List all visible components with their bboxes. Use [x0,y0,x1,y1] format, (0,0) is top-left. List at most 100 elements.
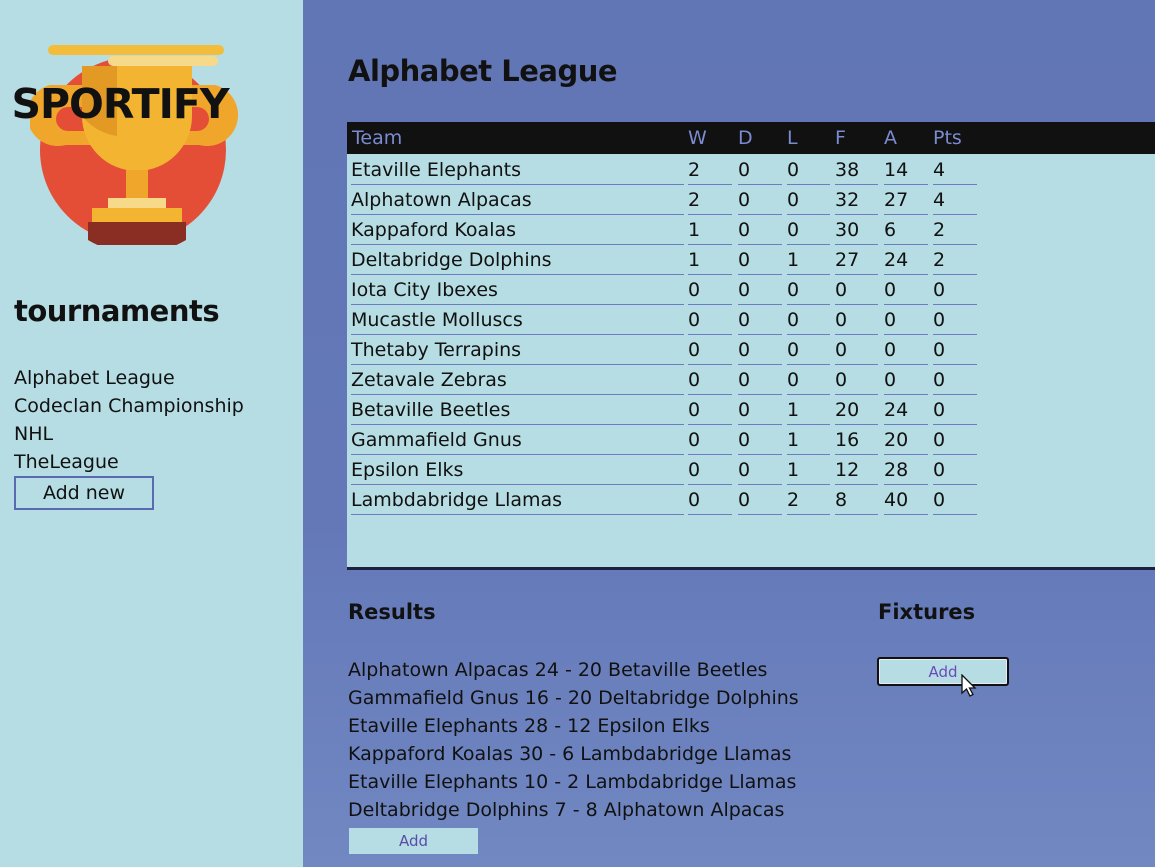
cell-w: 0 [688,336,732,365]
cell-a: 24 [884,246,928,275]
cell-team: Etaville Elephants [351,156,684,185]
cell-a: 27 [884,186,928,215]
result-item: Gammafield Gnus 16 - 20 Deltabridge Dolp… [348,687,799,709]
league-table: Team W D L F A Pts Etaville Elephants 2 0 0… [347,122,1155,570]
table-row: Betaville Beetles 0 0 1 20 24 0 [347,396,977,426]
cell-w: 0 [688,366,732,395]
cell-f: 12 [835,456,878,485]
cell-a: 24 [884,396,928,425]
cell-pts: 0 [933,426,977,455]
add-fixture-button[interactable]: Add [877,657,1009,686]
cell-pts: 0 [933,276,977,305]
cell-f: 30 [835,216,878,245]
cell-w: 0 [688,486,732,515]
cell-f: 38 [835,156,878,185]
column-header-team: Team [352,127,403,149]
sidebar: SPORTIFY tournaments Alphabet League Cod… [0,0,303,867]
cell-team: Deltabridge Dolphins [351,246,684,275]
table-header: Team W D L F A Pts [347,122,1155,154]
cell-team: Iota City Ibexes [351,276,684,305]
result-item: Etaville Elephants 10 - 2 Lambdabridge L… [348,771,797,793]
cell-team: Thetaby Terrapins [351,336,684,365]
cell-w: 1 [688,216,732,245]
cell-pts: 0 [933,366,977,395]
cell-f: 16 [835,426,878,455]
add-new-tournament-button[interactable]: Add new [14,476,154,510]
cell-pts: 4 [933,156,977,185]
cell-f: 0 [835,276,878,305]
cell-w: 1 [688,246,732,275]
cell-l: 0 [787,156,830,185]
table-row: Zetavale Zebras 0 0 0 0 0 0 [347,366,977,396]
table-row: Etaville Elephants 2 0 0 38 14 4 [347,156,977,186]
result-item: Etaville Elephants 28 - 12 Epsilon Elks [348,715,710,737]
cell-a: 28 [884,456,928,485]
cell-a: 0 [884,306,928,335]
main-panel: Alphabet League Team W D L F A Pts Etavi… [303,0,1155,867]
cell-a: 0 [884,336,928,365]
cell-f: 0 [835,336,878,365]
cell-d: 0 [738,216,782,245]
cell-l: 0 [787,276,830,305]
cell-pts: 0 [933,486,977,515]
column-header-d: D [738,127,753,149]
cell-f: 0 [835,366,878,395]
cell-d: 0 [738,336,782,365]
results-list: Alphatown Alpacas 24 - 20 Betaville Beet… [348,656,799,824]
cell-d: 0 [738,306,782,335]
cell-f: 8 [835,486,878,515]
cell-l: 1 [787,456,830,485]
cell-f: 0 [835,306,878,335]
cell-pts: 0 [933,396,977,425]
cell-pts: 0 [933,336,977,365]
cell-w: 0 [688,426,732,455]
cell-d: 0 [738,486,782,515]
column-header-w: W [688,127,707,149]
cell-l: 1 [787,396,830,425]
table-row: Alphatown Alpacas 2 0 0 32 27 4 [347,186,977,216]
tournament-link-alphabet-league[interactable]: Alphabet League [14,364,244,392]
cell-a: 40 [884,486,928,515]
cell-l: 0 [787,336,830,365]
cell-team: Gammafield Gnus [351,426,684,455]
cell-w: 0 [688,396,732,425]
cell-l: 1 [787,426,830,455]
cell-w: 2 [688,156,732,185]
cell-d: 0 [738,156,782,185]
cell-f: 27 [835,246,878,275]
logo-wordmark: SPORTIFY [11,80,229,128]
results-heading: Results [348,600,436,624]
tournament-list: Alphabet League Codeclan Championship NH… [14,364,244,476]
cell-team: Epsilon Elks [351,456,684,485]
cell-pts: 2 [933,216,977,245]
cell-d: 0 [738,186,782,215]
cell-d: 0 [738,426,782,455]
add-result-button[interactable]: Add [349,828,478,854]
column-header-l: L [787,127,798,149]
cell-pts: 0 [933,456,977,485]
column-header-pts: Pts [933,127,962,149]
tournament-link-theleague[interactable]: TheLeague [14,448,244,476]
table-row: Deltabridge Dolphins 1 0 1 27 24 2 [347,246,977,276]
cell-a: 0 [884,366,928,395]
table-row: Epsilon Elks 0 0 1 12 28 0 [347,456,977,486]
table-row: Kappaford Koalas 1 0 0 30 6 2 [347,216,977,246]
cell-team: Alphatown Alpacas [351,186,684,215]
table-row: Iota City Ibexes 0 0 0 0 0 0 [347,276,977,306]
cell-team: Kappaford Koalas [351,216,684,245]
cell-a: 6 [884,216,928,245]
cell-l: 0 [787,186,830,215]
result-item: Kappaford Koalas 30 - 6 Lambdabridge Lla… [348,743,792,765]
cell-a: 14 [884,156,928,185]
cell-l: 1 [787,246,830,275]
tournament-link-nhl[interactable]: NHL [14,420,244,448]
cell-w: 0 [688,456,732,485]
cell-f: 20 [835,396,878,425]
cell-pts: 2 [933,246,977,275]
cell-w: 0 [688,276,732,305]
tournament-link-codeclan-championship[interactable]: Codeclan Championship [14,392,244,420]
mouse-pointer-icon [961,674,977,697]
result-item: Deltabridge Dolphins 7 - 8 Alphatown Alp… [348,799,785,821]
cell-w: 2 [688,186,732,215]
tournaments-heading: tournaments [14,294,220,328]
